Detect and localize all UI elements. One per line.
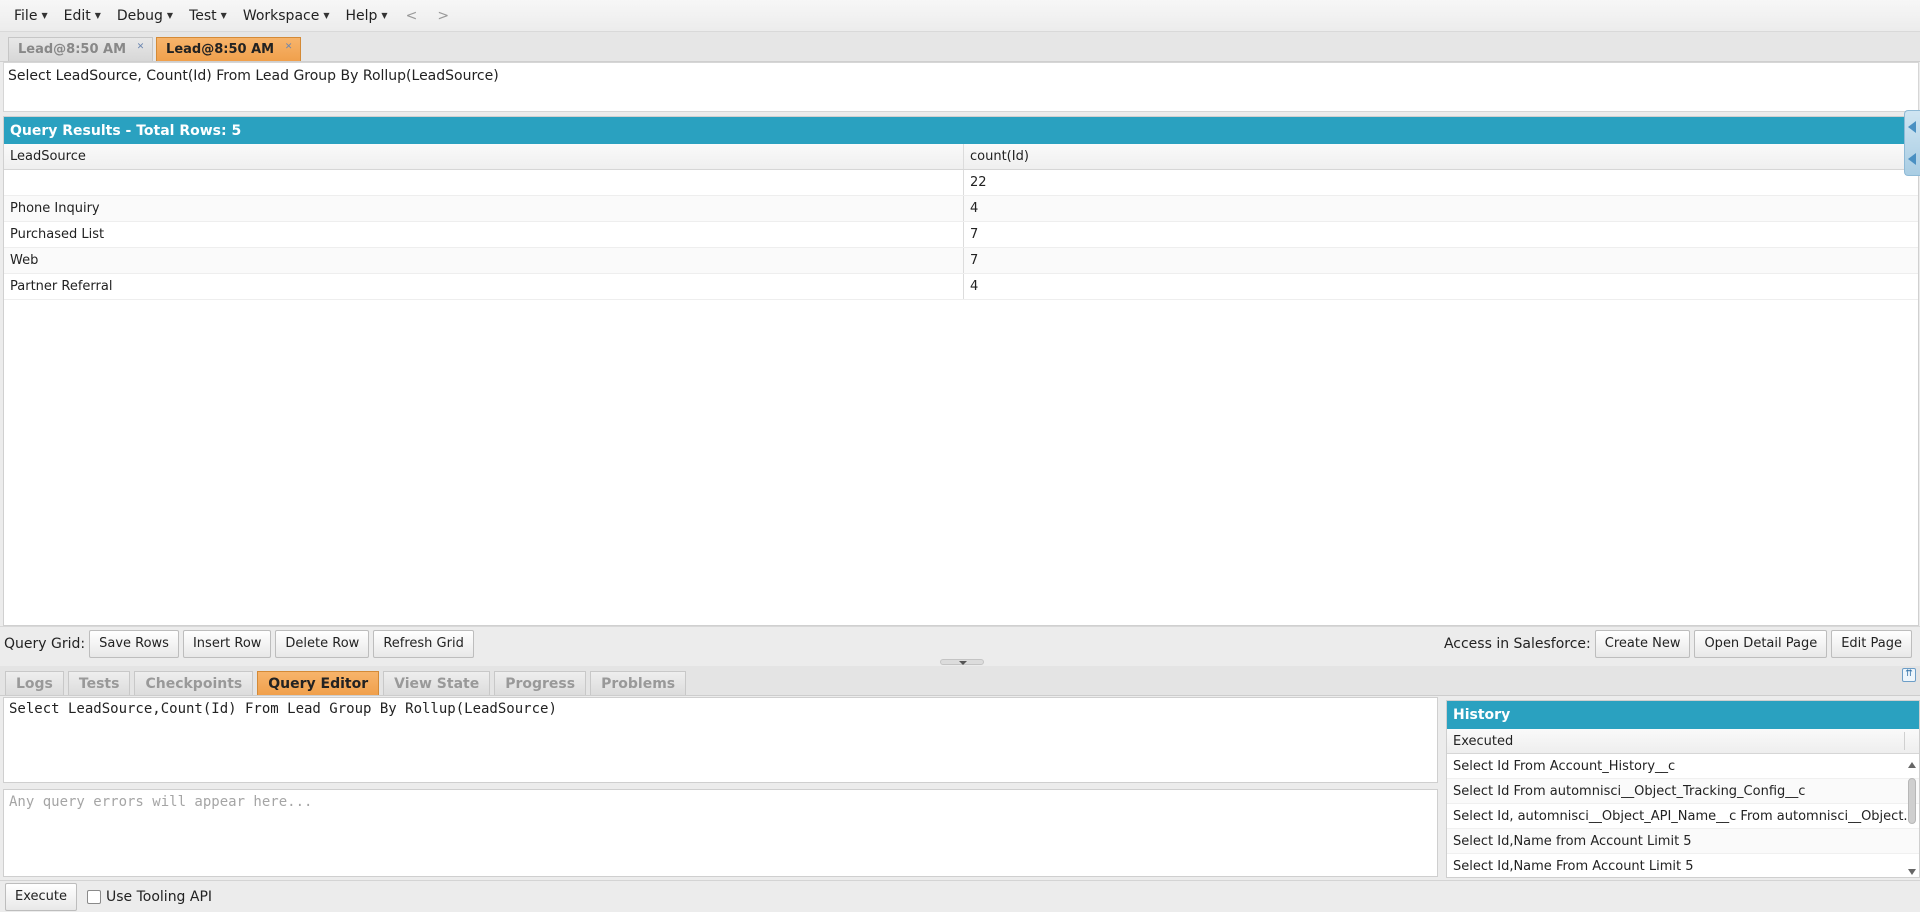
menu-file[interactable]: File ▼ — [6, 0, 56, 32]
menu-help[interactable]: Help ▼ — [338, 0, 396, 32]
history-item[interactable]: Select Id,Name From Account Limit 5 — [1447, 854, 1919, 877]
forward-arrow-icon[interactable]: > — [427, 8, 459, 24]
menu-test[interactable]: Test ▼ — [181, 0, 235, 32]
results-title: Query Results - Total Rows: 5 — [4, 117, 1918, 144]
cell-leadsource[interactable] — [4, 170, 964, 195]
table-row[interactable]: Partner Referral 4 — [4, 274, 1918, 300]
tab-view-state[interactable]: View State — [383, 671, 491, 695]
results-grid-header: LeadSource count(Id) — [4, 144, 1918, 170]
column-header-count[interactable]: count(Id) — [964, 144, 1918, 169]
use-tooling-api-label[interactable]: Use Tooling API — [106, 889, 212, 905]
chevron-down-icon: ▼ — [166, 11, 174, 20]
panel-collapse-handle[interactable] — [940, 659, 984, 665]
history-item[interactable]: Select Id From Account_History__c — [1447, 754, 1919, 779]
tab-tests[interactable]: Tests — [67, 671, 131, 695]
chevron-down-icon: ▼ — [323, 11, 330, 20]
tab-progress[interactable]: Progress — [494, 671, 587, 695]
scroll-thumb[interactable] — [1908, 778, 1916, 824]
history-scrollbar[interactable] — [1905, 754, 1919, 877]
menu-workspace[interactable]: Workspace ▼ — [235, 0, 338, 32]
arrow-left-icon — [1908, 121, 1916, 133]
salesforce-access-label: Access in Salesforce: — [1443, 635, 1591, 652]
cell-count[interactable]: 7 — [964, 248, 1918, 273]
history-item[interactable]: Select Id From automnisci__Object_Tracki… — [1447, 779, 1919, 804]
bottom-panel-tabs: Logs Tests Checkpoints Query Editor View… — [0, 666, 1920, 696]
history-item[interactable]: Select Id, automnisci__Object_API_Name__… — [1447, 804, 1919, 829]
table-row[interactable]: 22 — [4, 170, 1918, 196]
menu-edit[interactable]: Edit ▼ — [56, 0, 109, 32]
menu-bar: File ▼ Edit ▼ Debug ▼ Test ▼ Workspace ▼ Help… — [0, 0, 1920, 32]
delete-row-button[interactable]: Delete Row — [275, 629, 370, 658]
cell-leadsource[interactable]: Web — [4, 248, 964, 273]
history-column-executed[interactable]: Executed — [1447, 729, 1919, 754]
create-new-button[interactable]: Create New — [1594, 629, 1691, 658]
execute-button[interactable]: Execute — [5, 882, 77, 911]
document-tabs: Lead@8:50 AM ✕ Lead@8:50 AM ✕ — [0, 32, 1920, 62]
query-grid-toolbar: Query Grid: Save Rows Insert Row Delete … — [0, 626, 1920, 660]
chevron-down-icon: ▼ — [381, 11, 388, 20]
use-tooling-api-checkbox[interactable] — [87, 889, 101, 904]
history-item[interactable]: Select Id,Name from Account Limit 5 — [1447, 829, 1919, 854]
cell-leadsource[interactable]: Purchased List — [4, 222, 964, 247]
column-header-leadsource[interactable]: LeadSource — [4, 144, 964, 169]
cell-leadsource[interactable]: Phone Inquiry — [4, 196, 964, 221]
scroll-down-icon[interactable] — [1908, 869, 1916, 875]
editor-footer: Execute Use Tooling API — [0, 880, 1920, 912]
query-editor-input[interactable]: Select LeadSource,Count(Id) From Lead Gr… — [3, 697, 1438, 783]
query-grid-label: Query Grid: — [4, 635, 86, 652]
close-icon[interactable]: ✕ — [135, 42, 146, 53]
cell-count[interactable]: 4 — [964, 274, 1918, 299]
chevron-down-icon: ▼ — [41, 11, 48, 20]
table-row[interactable]: Phone Inquiry 4 — [4, 196, 1918, 222]
cell-count[interactable]: 7 — [964, 222, 1918, 247]
back-arrow-icon[interactable]: < — [396, 8, 428, 24]
tab-query-editor[interactable]: Query Editor — [257, 671, 380, 695]
cell-leadsource[interactable]: Partner Referral — [4, 274, 964, 299]
chevron-down-icon: ▼ — [220, 11, 227, 20]
maximize-panel-icon[interactable]: ⇈ — [1902, 668, 1916, 682]
chevron-down-icon: ▼ — [94, 11, 101, 20]
doc-tab-1[interactable]: Lead@8:50 AM ✕ — [8, 37, 154, 61]
insert-row-button[interactable]: Insert Row — [182, 629, 272, 658]
doc-tab-2[interactable]: Lead@8:50 AM ✕ — [156, 37, 302, 61]
cell-count[interactable]: 22 — [964, 170, 1918, 195]
table-row[interactable]: Purchased List 7 — [4, 222, 1918, 248]
query-errors-output: Any query errors will appear here... — [3, 789, 1438, 877]
history-panel: History Executed Select Id From Account_… — [1446, 700, 1920, 878]
close-icon[interactable]: ✕ — [283, 42, 294, 53]
tab-logs[interactable]: Logs — [5, 671, 64, 695]
refresh-grid-button[interactable]: Refresh Grid — [373, 629, 474, 658]
query-results-panel: Query Results - Total Rows: 5 LeadSource… — [3, 116, 1919, 626]
edit-page-button[interactable]: Edit Page — [1831, 629, 1912, 658]
tab-problems[interactable]: Problems — [590, 671, 687, 695]
history-title: History — [1447, 701, 1919, 729]
query-text-display[interactable]: Select LeadSource, Count(Id) From Lead G… — [3, 62, 1919, 112]
save-rows-button[interactable]: Save Rows — [89, 629, 179, 658]
arrow-left-icon — [1908, 153, 1916, 165]
table-row[interactable]: Web 7 — [4, 248, 1918, 274]
cell-count[interactable]: 4 — [964, 196, 1918, 221]
tab-checkpoints[interactable]: Checkpoints — [134, 671, 254, 695]
scroll-up-icon[interactable] — [1908, 762, 1916, 768]
open-detail-page-button[interactable]: Open Detail Page — [1694, 629, 1828, 658]
menu-debug[interactable]: Debug ▼ — [109, 0, 181, 32]
side-panel-toggle[interactable] — [1904, 110, 1920, 176]
